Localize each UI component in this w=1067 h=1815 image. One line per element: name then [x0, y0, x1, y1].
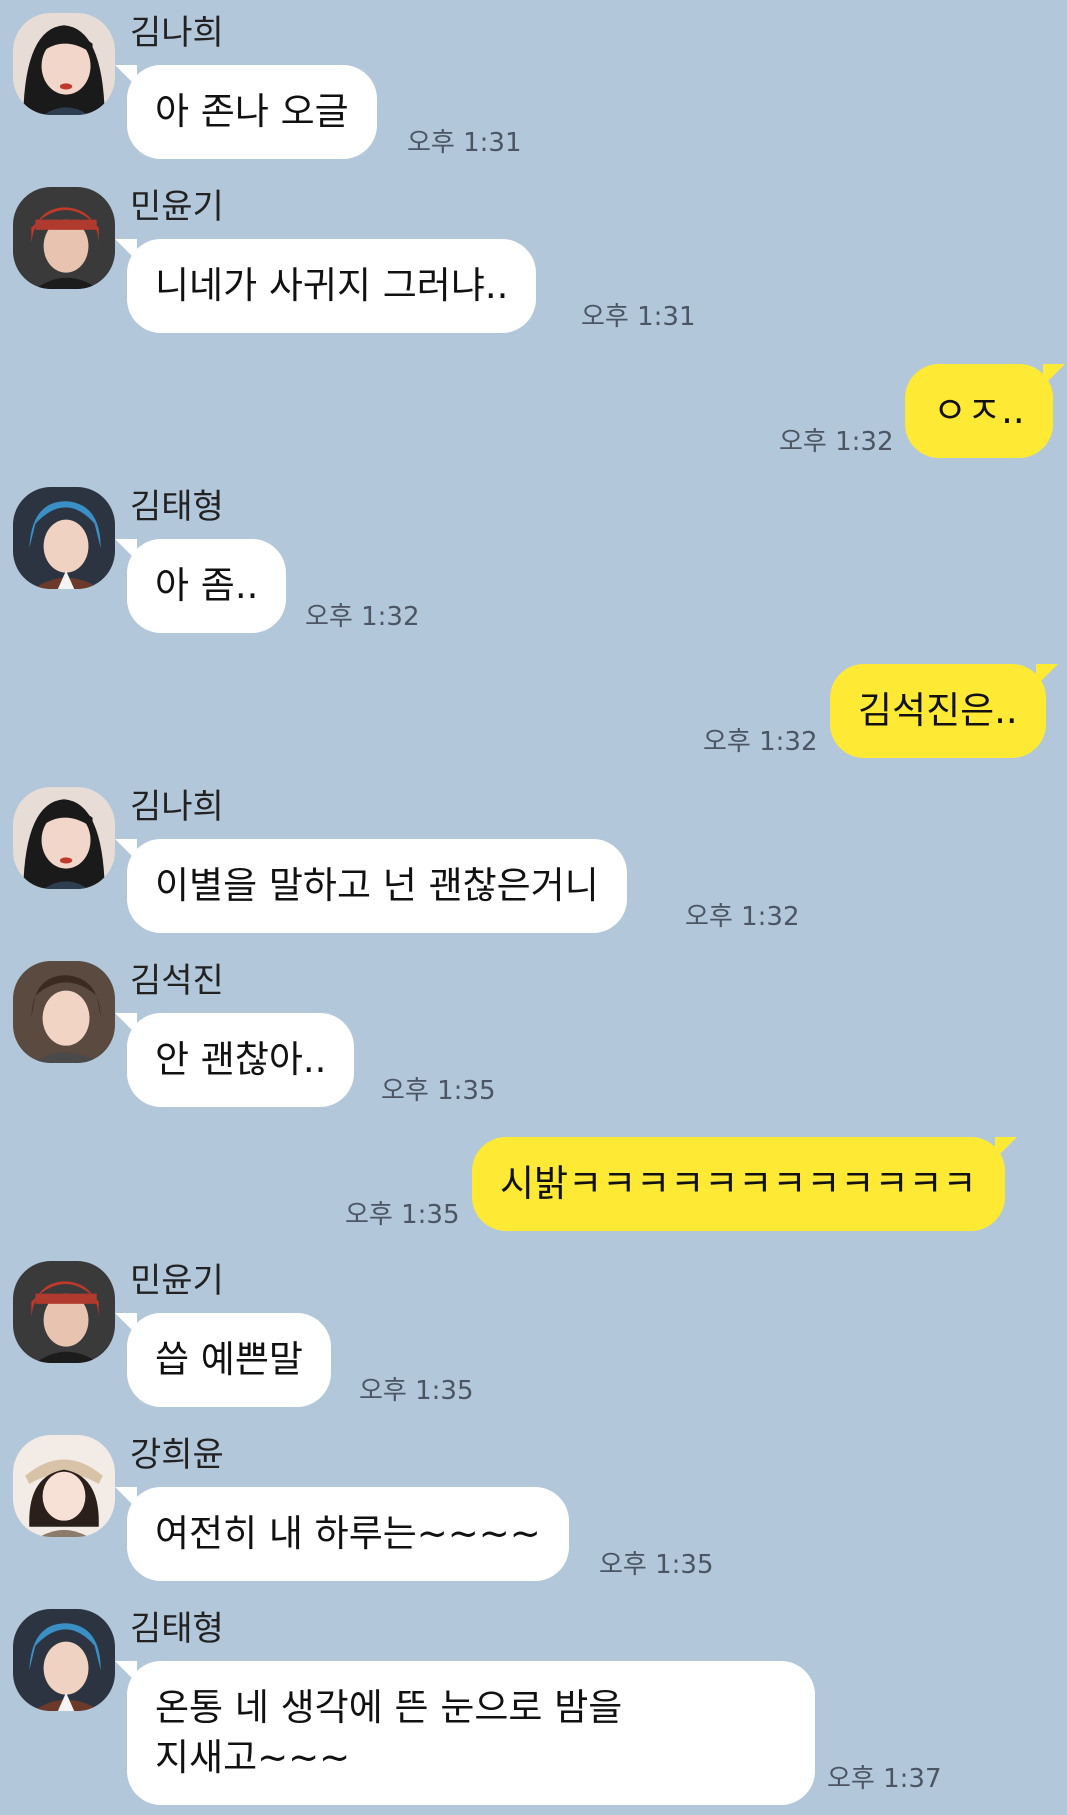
message-bubble[interactable]: 니네가 사귀지 그러냐..: [114, 239, 537, 333]
message-time: 오후 1:35: [359, 1376, 474, 1406]
message-bubble[interactable]: 씁 예쁜말: [115, 1313, 331, 1407]
sender-name: 김태형: [130, 1609, 224, 1649]
message-bubble[interactable]: 이별을 말하고 넌 괜찮은거니: [115, 839, 627, 933]
avatar-kim-taehyung[interactable]: [13, 487, 115, 589]
message-bubble[interactable]: 여전히 내 하루는~~~~: [115, 1487, 569, 1581]
message-line: 지새고~~~: [155, 1736, 351, 1779]
message-time: 오후 1:37: [827, 1764, 942, 1794]
message-time: 오후 1:31: [581, 302, 696, 332]
message-time: 오후 1:32: [779, 427, 894, 457]
sender-name: 민윤기: [130, 187, 224, 227]
avatar-min-yoongi[interactable]: [13, 187, 115, 289]
avatar-min-yoongi[interactable]: [13, 1261, 115, 1363]
message-time: 오후 1:32: [685, 902, 800, 932]
message-bubble[interactable]: 아 좀..: [114, 539, 287, 633]
sender-name: 김나희: [130, 787, 224, 827]
message-bubble[interactable]: 온통 네 생각에 뜬 눈으로 밤을 지새고~~~: [115, 1661, 815, 1805]
avatar-kim-seokjin[interactable]: [13, 961, 115, 1063]
message-time: 오후 1:35: [599, 1550, 714, 1580]
message-time: 오후 1:35: [345, 1200, 460, 1230]
sender-name: 강희윤: [130, 1435, 224, 1475]
sender-name: 김석진: [130, 961, 224, 1001]
message-line: 온통 네 생각에 뜬 눈으로 밤을: [155, 1686, 623, 1729]
my-message-bubble[interactable]: 김석진은..: [830, 664, 1058, 758]
avatar-kim-nahee[interactable]: [13, 787, 115, 889]
sender-name: 민윤기: [130, 1261, 224, 1301]
my-message-bubble[interactable]: ㅇㅈ..: [905, 364, 1065, 458]
message-time: 오후 1:32: [703, 727, 818, 757]
message-bubble[interactable]: 아 존나 오글: [115, 65, 377, 159]
my-message-bubble[interactable]: 시밝ㅋㅋㅋㅋㅋㅋㅋㅋㅋㅋㅋㅋ: [472, 1137, 1017, 1231]
sender-name: 김태형: [130, 487, 224, 527]
avatar-kim-nahee[interactable]: [13, 13, 115, 115]
message-time: 오후 1:31: [407, 128, 522, 158]
message-time: 오후 1:32: [305, 602, 420, 632]
message-time: 오후 1:35: [381, 1076, 496, 1106]
avatar-kim-taehyung[interactable]: [13, 1609, 115, 1711]
avatar-kang-heeyoon[interactable]: [13, 1435, 115, 1537]
message-bubble[interactable]: 안 괜찮아..: [114, 1013, 355, 1107]
sender-name: 김나희: [130, 13, 224, 53]
